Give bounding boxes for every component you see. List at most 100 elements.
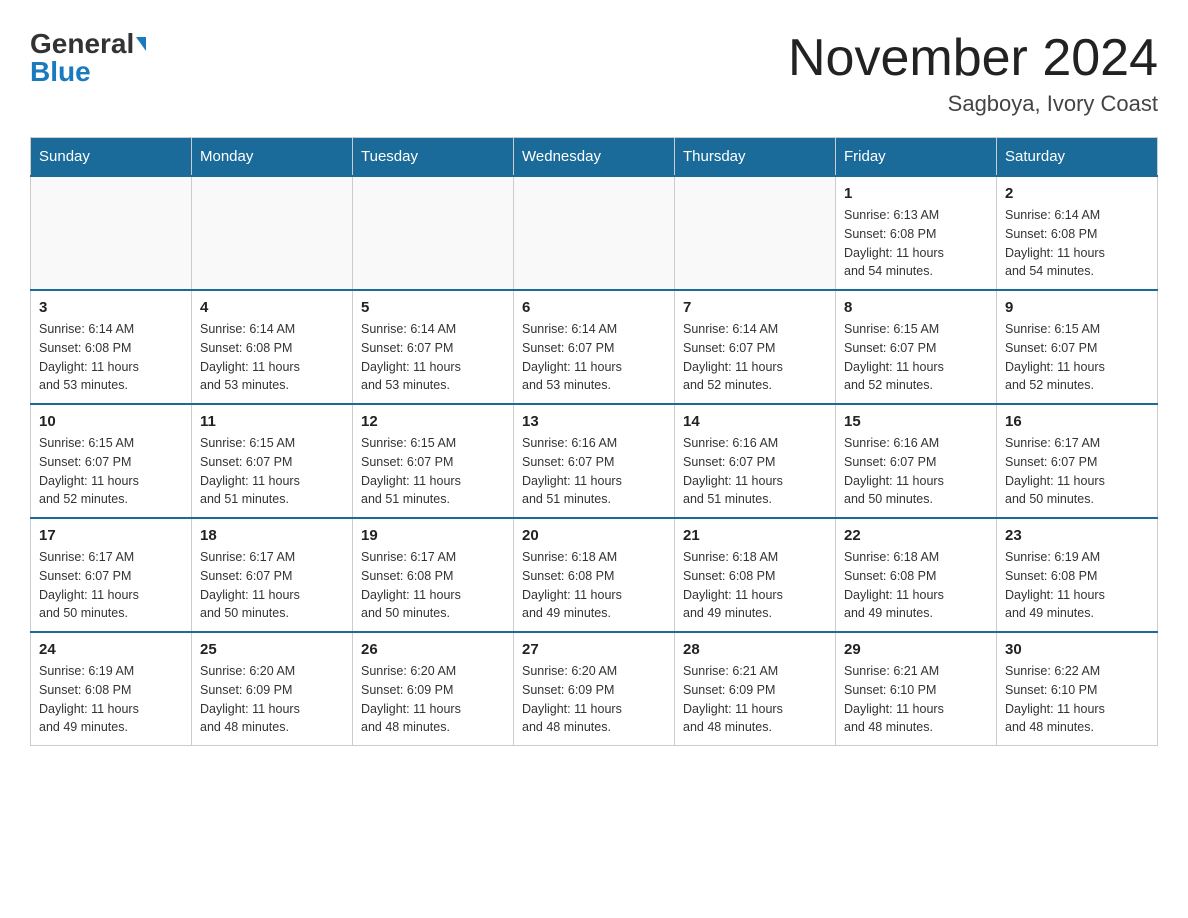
calendar-cell: [192, 176, 353, 290]
calendar-cell: 17 Sunrise: 6:17 AMSunset: 6:07 PMDayligh…: [31, 518, 192, 632]
calendar-header-friday: Friday: [836, 138, 997, 177]
title-area: November 2024 Sagboya, Ivory Coast: [788, 30, 1158, 117]
calendar-week-row: 1 Sunrise: 6:13 AMSunset: 6:08 PMDaylight…: [31, 176, 1158, 290]
day-info: Sunrise: 6:19 AMSunset: 6:08 PMDaylight:…: [39, 662, 183, 737]
day-info: Sunrise: 6:15 AMSunset: 6:07 PMDaylight:…: [1005, 320, 1149, 395]
day-number: 26: [361, 641, 505, 658]
calendar-cell: 10 Sunrise: 6:15 AMSunset: 6:07 PMDayligh…: [31, 404, 192, 518]
day-info: Sunrise: 6:16 AMSunset: 6:07 PMDaylight:…: [844, 434, 988, 509]
calendar-cell: 13 Sunrise: 6:16 AMSunset: 6:07 PMDayligh…: [514, 404, 675, 518]
calendar-header-sunday: Sunday: [31, 138, 192, 177]
day-info: Sunrise: 6:21 AMSunset: 6:10 PMDaylight:…: [844, 662, 988, 737]
day-info: Sunrise: 6:17 AMSunset: 6:07 PMDaylight:…: [39, 548, 183, 623]
day-number: 16: [1005, 413, 1149, 430]
day-info: Sunrise: 6:18 AMSunset: 6:08 PMDaylight:…: [683, 548, 827, 623]
day-number: 1: [844, 185, 988, 202]
day-info: Sunrise: 6:17 AMSunset: 6:07 PMDaylight:…: [1005, 434, 1149, 509]
day-info: Sunrise: 6:15 AMSunset: 6:07 PMDaylight:…: [39, 434, 183, 509]
calendar-cell: 26 Sunrise: 6:20 AMSunset: 6:09 PMDayligh…: [353, 632, 514, 746]
day-info: Sunrise: 6:13 AMSunset: 6:08 PMDaylight:…: [844, 206, 988, 281]
calendar-table: SundayMondayTuesdayWednesdayThursdayFrid…: [30, 137, 1158, 746]
day-info: Sunrise: 6:15 AMSunset: 6:07 PMDaylight:…: [200, 434, 344, 509]
day-number: 23: [1005, 527, 1149, 544]
day-info: Sunrise: 6:14 AMSunset: 6:08 PMDaylight:…: [39, 320, 183, 395]
calendar-cell: 11 Sunrise: 6:15 AMSunset: 6:07 PMDayligh…: [192, 404, 353, 518]
calendar-cell: 18 Sunrise: 6:17 AMSunset: 6:07 PMDayligh…: [192, 518, 353, 632]
day-info: Sunrise: 6:17 AMSunset: 6:08 PMDaylight:…: [361, 548, 505, 623]
day-number: 22: [844, 527, 988, 544]
calendar-week-row: 3 Sunrise: 6:14 AMSunset: 6:08 PMDaylight…: [31, 290, 1158, 404]
logo-blue: Blue: [30, 58, 91, 86]
day-number: 24: [39, 641, 183, 658]
day-info: Sunrise: 6:17 AMSunset: 6:07 PMDaylight:…: [200, 548, 344, 623]
day-info: Sunrise: 6:16 AMSunset: 6:07 PMDaylight:…: [683, 434, 827, 509]
calendar-header-tuesday: Tuesday: [353, 138, 514, 177]
day-info: Sunrise: 6:20 AMSunset: 6:09 PMDaylight:…: [522, 662, 666, 737]
calendar-cell: 16 Sunrise: 6:17 AMSunset: 6:07 PMDayligh…: [997, 404, 1158, 518]
calendar-cell: 1 Sunrise: 6:13 AMSunset: 6:08 PMDaylight…: [836, 176, 997, 290]
day-number: 11: [200, 413, 344, 430]
calendar-cell: 6Sunrise: 6:14 AMSunset: 6:07 PMDaylight…: [514, 290, 675, 404]
calendar-cell: 19 Sunrise: 6:17 AMSunset: 6:08 PMDayligh…: [353, 518, 514, 632]
calendar-cell: 28 Sunrise: 6:21 AMSunset: 6:09 PMDayligh…: [675, 632, 836, 746]
day-number: 19: [361, 527, 505, 544]
calendar-cell: 14 Sunrise: 6:16 AMSunset: 6:07 PMDayligh…: [675, 404, 836, 518]
day-number: 30: [1005, 641, 1149, 658]
calendar-cell: 9 Sunrise: 6:15 AMSunset: 6:07 PMDaylight…: [997, 290, 1158, 404]
day-info: Sunrise: 6:14 AMSunset: 6:07 PMDaylight:…: [361, 320, 505, 395]
calendar-cell: [675, 176, 836, 290]
day-info: Sunrise: 6:19 AMSunset: 6:08 PMDaylight:…: [1005, 548, 1149, 623]
calendar-cell: 22Sunrise: 6:18 AMSunset: 6:08 PMDayligh…: [836, 518, 997, 632]
calendar-header-row: SundayMondayTuesdayWednesdayThursdayFrid…: [31, 138, 1158, 177]
calendar-cell: 5Sunrise: 6:14 AMSunset: 6:07 PMDaylight…: [353, 290, 514, 404]
day-info: Sunrise: 6:15 AMSunset: 6:07 PMDaylight:…: [361, 434, 505, 509]
day-number: 12: [361, 413, 505, 430]
day-number: 6: [522, 299, 666, 316]
day-info: Sunrise: 6:18 AMSunset: 6:08 PMDaylight:…: [522, 548, 666, 623]
calendar-cell: 24 Sunrise: 6:19 AMSunset: 6:08 PMDayligh…: [31, 632, 192, 746]
day-number: 18: [200, 527, 344, 544]
calendar-cell: 23 Sunrise: 6:19 AMSunset: 6:08 PMDayligh…: [997, 518, 1158, 632]
day-number: 28: [683, 641, 827, 658]
logo: General Blue: [30, 30, 146, 86]
day-info: Sunrise: 6:15 AMSunset: 6:07 PMDaylight:…: [844, 320, 988, 395]
logo-general: General: [30, 30, 134, 58]
page-header: General Blue November 2024 Sagboya, Ivor…: [30, 30, 1158, 117]
day-number: 29: [844, 641, 988, 658]
calendar-cell: [353, 176, 514, 290]
calendar-cell: 15 Sunrise: 6:16 AMSunset: 6:07 PMDayligh…: [836, 404, 997, 518]
calendar-header-thursday: Thursday: [675, 138, 836, 177]
day-info: Sunrise: 6:20 AMSunset: 6:09 PMDaylight:…: [361, 662, 505, 737]
day-number: 27: [522, 641, 666, 658]
day-number: 13: [522, 413, 666, 430]
day-info: Sunrise: 6:22 AMSunset: 6:10 PMDaylight:…: [1005, 662, 1149, 737]
logo-triangle-icon: [136, 37, 146, 51]
day-number: 15: [844, 413, 988, 430]
day-number: 14: [683, 413, 827, 430]
day-number: 3: [39, 299, 183, 316]
day-info: Sunrise: 6:14 AMSunset: 6:07 PMDaylight:…: [683, 320, 827, 395]
day-info: Sunrise: 6:16 AMSunset: 6:07 PMDaylight:…: [522, 434, 666, 509]
calendar-cell: [514, 176, 675, 290]
calendar-cell: 20Sunrise: 6:18 AMSunset: 6:08 PMDayligh…: [514, 518, 675, 632]
day-number: 10: [39, 413, 183, 430]
day-number: 17: [39, 527, 183, 544]
day-number: 9: [1005, 299, 1149, 316]
day-number: 4: [200, 299, 344, 316]
calendar-cell: [31, 176, 192, 290]
month-title: November 2024: [788, 30, 1158, 87]
calendar-header-monday: Monday: [192, 138, 353, 177]
calendar-cell: 25Sunrise: 6:20 AMSunset: 6:09 PMDayligh…: [192, 632, 353, 746]
day-info: Sunrise: 6:21 AMSunset: 6:09 PMDaylight:…: [683, 662, 827, 737]
day-number: 21: [683, 527, 827, 544]
calendar-cell: 21 Sunrise: 6:18 AMSunset: 6:08 PMDayligh…: [675, 518, 836, 632]
day-number: 7: [683, 299, 827, 316]
day-number: 25: [200, 641, 344, 658]
calendar-week-row: 10 Sunrise: 6:15 AMSunset: 6:07 PMDayligh…: [31, 404, 1158, 518]
calendar-week-row: 24 Sunrise: 6:19 AMSunset: 6:08 PMDayligh…: [31, 632, 1158, 746]
day-number: 2: [1005, 185, 1149, 202]
calendar-cell: 30 Sunrise: 6:22 AMSunset: 6:10 PMDayligh…: [997, 632, 1158, 746]
calendar-cell: 8 Sunrise: 6:15 AMSunset: 6:07 PMDaylight…: [836, 290, 997, 404]
location: Sagboya, Ivory Coast: [788, 91, 1158, 117]
day-number: 8: [844, 299, 988, 316]
